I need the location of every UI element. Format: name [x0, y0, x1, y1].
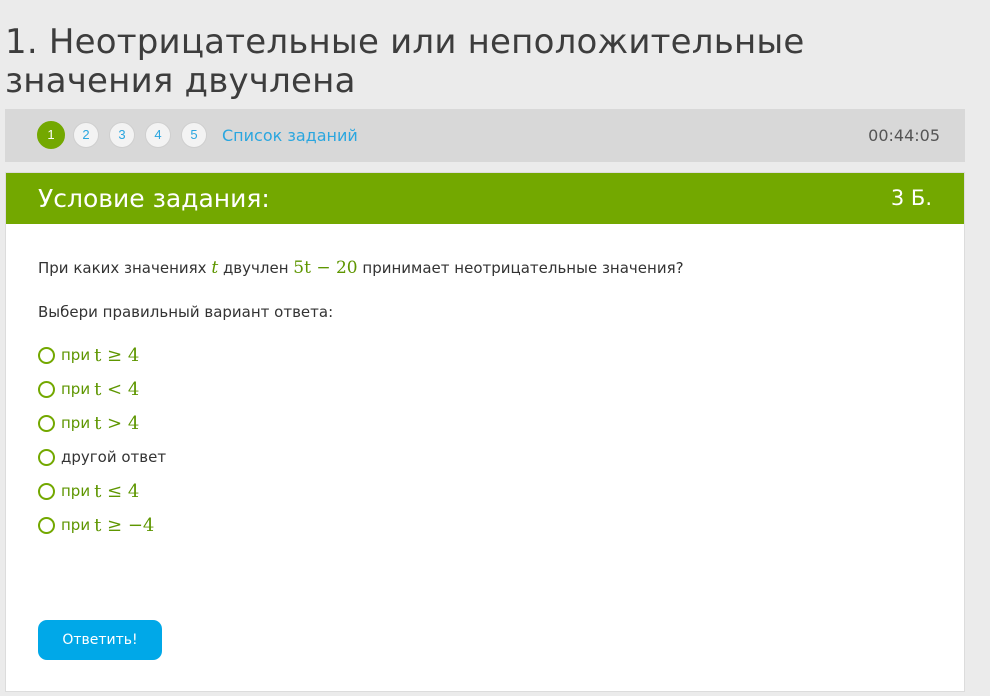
page-button-4[interactable]: 4: [145, 122, 171, 148]
answer-option-5[interactable]: при t ≤ 4: [38, 474, 166, 508]
question-part-2: двучлен: [218, 259, 294, 277]
task-header: Условие задания: 3 Б.: [6, 173, 964, 224]
question-part-3: принимает неотрицательные значения?: [357, 259, 684, 277]
question-expression: 5t − 20: [293, 258, 358, 278]
answer-option-4[interactable]: другой ответ: [38, 440, 166, 474]
option-math: t ≥ 4: [94, 344, 140, 366]
choose-answer-label: Выбери правильный вариант ответа:: [38, 303, 334, 321]
submit-answer-button[interactable]: Ответить!: [38, 620, 162, 660]
answer-option-2[interactable]: при t < 4: [38, 372, 166, 406]
page-button-5[interactable]: 5: [181, 122, 207, 148]
answer-option-1[interactable]: при t ≥ 4: [38, 338, 166, 372]
question-text: При каких значениях t двучлен 5t − 20 пр…: [38, 258, 684, 278]
task-list-link[interactable]: Список заданий: [222, 126, 358, 145]
task-card: Условие задания: 3 Б. При каких значения…: [5, 172, 965, 692]
page-button-3[interactable]: 3: [109, 122, 135, 148]
radio-icon[interactable]: [38, 346, 55, 364]
option-prefix: при: [61, 346, 91, 364]
option-text: другой ответ: [61, 448, 167, 466]
option-math: t > 4: [94, 412, 140, 434]
page-button-1[interactable]: 1: [37, 121, 65, 149]
option-prefix: при: [61, 414, 91, 432]
answer-options: при t ≥ 4 при t < 4 при t > 4 другой отв…: [38, 338, 166, 542]
radio-icon[interactable]: [38, 414, 55, 432]
page-button-2[interactable]: 2: [73, 122, 99, 148]
page-title: 1. Неотрицательные или неположительные з…: [5, 21, 805, 101]
option-prefix: при: [61, 380, 91, 398]
radio-icon[interactable]: [38, 482, 55, 500]
option-math: t ≤ 4: [94, 480, 140, 502]
option-math: t < 4: [94, 378, 140, 400]
task-header-title: Условие задания:: [38, 184, 270, 213]
option-prefix: при: [61, 482, 91, 500]
option-math: t ≥ −4: [94, 514, 155, 536]
answer-option-3[interactable]: при t > 4: [38, 406, 166, 440]
timer: 00:44:05: [868, 126, 940, 145]
radio-icon[interactable]: [38, 516, 55, 534]
task-navigation-bar: 1 2 3 4 5 Список заданий 00:44:05: [5, 109, 965, 162]
task-points: 3 Б.: [890, 186, 932, 210]
option-prefix: при: [61, 516, 91, 534]
radio-icon[interactable]: [38, 380, 55, 398]
answer-option-6[interactable]: при t ≥ −4: [38, 508, 166, 542]
radio-icon[interactable]: [38, 448, 55, 466]
question-part-1: При каких значениях: [38, 259, 212, 277]
